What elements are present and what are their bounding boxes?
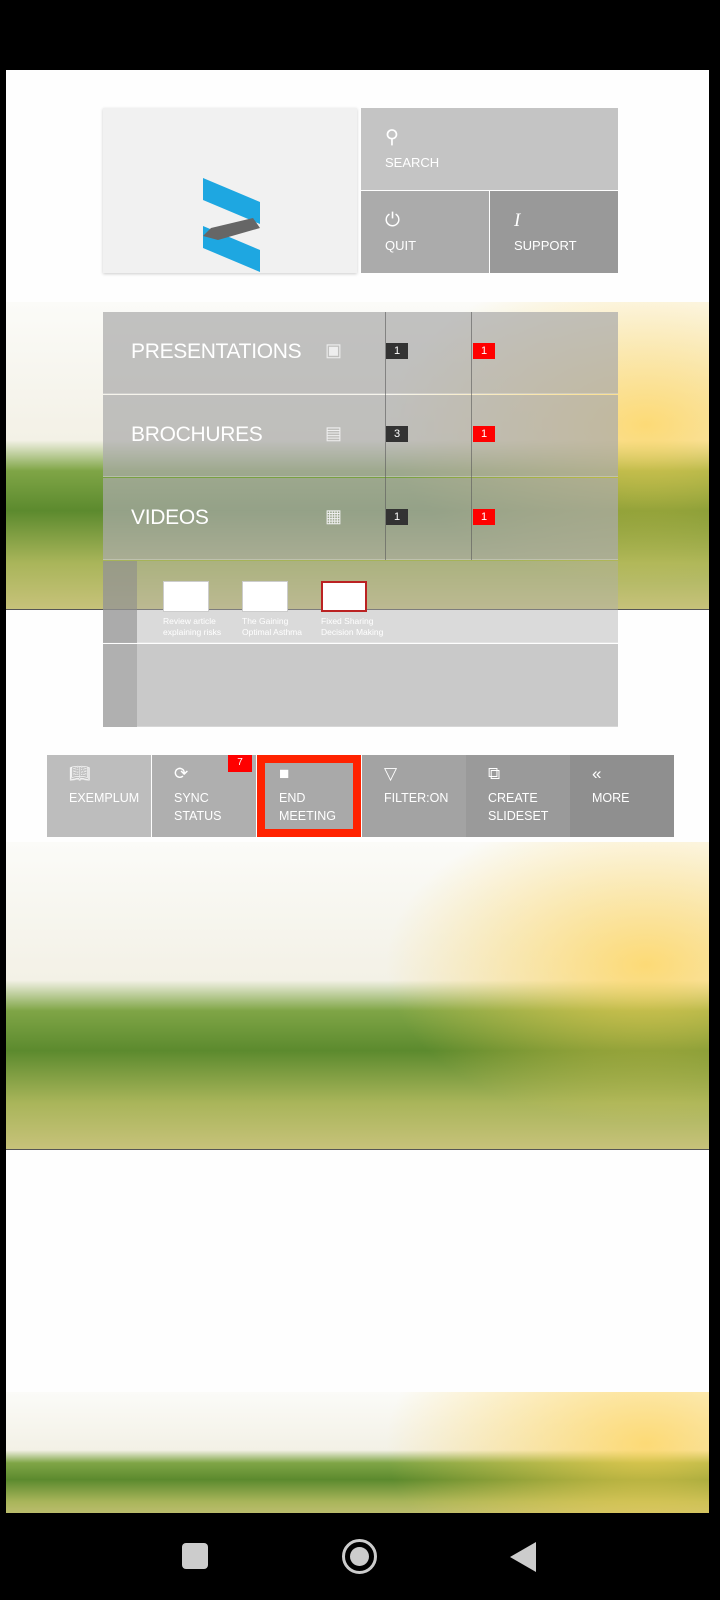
thumbnail-review-article[interactable] bbox=[163, 581, 209, 612]
exemplum-button[interactable]: 📖︎ EXEMPLUM bbox=[47, 755, 151, 837]
new-badge: 1 bbox=[473, 509, 495, 525]
power-icon: ⏻ bbox=[385, 210, 401, 231]
home-button[interactable] bbox=[342, 1539, 377, 1574]
support-button[interactable]: i SUPPORT bbox=[490, 191, 618, 273]
background-photo bbox=[6, 1392, 709, 1513]
sync-badge: 7 bbox=[228, 755, 252, 772]
thumbnail-strip: Review article explaining risks The Gaini… bbox=[103, 561, 618, 643]
item-count: 3 bbox=[386, 426, 408, 442]
stop-icon: ■ bbox=[279, 764, 290, 783]
recents-button[interactable] bbox=[182, 1543, 208, 1569]
slides-icon: ⧉ bbox=[488, 764, 501, 783]
empty-strip bbox=[103, 644, 618, 727]
search-icon: ⚲ bbox=[385, 127, 399, 148]
more-button[interactable]: «MORE bbox=[570, 755, 674, 837]
back-button[interactable] bbox=[510, 1542, 536, 1572]
thumbnail-caption: Review article explaining risks bbox=[163, 616, 222, 637]
background-photo bbox=[6, 842, 709, 1150]
drag-handle[interactable] bbox=[103, 644, 137, 727]
book-icon: 📖︎ bbox=[69, 764, 91, 783]
thumbnail-shared-decision[interactable] bbox=[321, 581, 367, 612]
thumbnail-gaining-asthma[interactable] bbox=[242, 581, 288, 612]
sync-status-button[interactable]: ⟳ SYNC STATUS 7 bbox=[152, 755, 256, 837]
document-icon: ▤ bbox=[325, 423, 343, 443]
item-count: 1 bbox=[386, 343, 408, 359]
category-videos[interactable]: VIDEOS ▦ 1 1 bbox=[103, 478, 618, 560]
double-chevron-left-icon: « bbox=[592, 764, 602, 783]
presentation-icon: ▣ bbox=[325, 340, 343, 360]
thumbnail-caption: Fixed Sharing Decision Making bbox=[321, 616, 384, 637]
filter-icon: ▽ bbox=[384, 764, 398, 783]
info-icon: i bbox=[514, 210, 521, 231]
end-meeting-button[interactable]: ■ END MEETING bbox=[257, 755, 361, 837]
app-logo bbox=[103, 108, 357, 273]
divider bbox=[471, 312, 472, 560]
category-brochures[interactable]: BROCHURES ▤ 3 1 bbox=[103, 395, 618, 477]
filter-button[interactable]: ▽ FILTER:ON bbox=[362, 755, 466, 837]
new-badge: 1 bbox=[473, 343, 495, 359]
drag-handle[interactable] bbox=[103, 561, 137, 643]
create-slideset-button[interactable]: ⧉ CREATE SLIDESET bbox=[466, 755, 570, 837]
search-button[interactable]: ⚲ SEARCH bbox=[361, 108, 618, 190]
content-panel: PRESENTATIONS ▣ 1 1 BROCHURES ▤ 3 1 VIDE… bbox=[103, 312, 618, 727]
logo-icon bbox=[203, 178, 260, 272]
divider bbox=[385, 312, 386, 560]
new-badge: 1 bbox=[473, 426, 495, 442]
quit-button[interactable]: ⏻ QUIT bbox=[361, 191, 489, 273]
category-presentations[interactable]: PRESENTATIONS ▣ 1 1 bbox=[103, 312, 618, 394]
android-nav-bar bbox=[0, 1513, 720, 1600]
film-icon: ▦ bbox=[325, 506, 343, 526]
item-count: 1 bbox=[386, 509, 408, 525]
thumbnail-caption: The Gaining Optimal Asthma bbox=[242, 616, 302, 637]
